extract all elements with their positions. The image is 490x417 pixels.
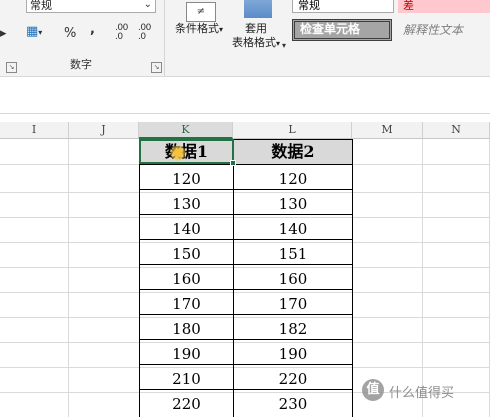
column-header-j[interactable]: J: [69, 122, 139, 139]
table-border: [139, 339, 352, 340]
column-header-n[interactable]: N: [423, 122, 490, 139]
number-format-dropdown[interactable]: 常规 ⌄: [26, 0, 156, 13]
column-header-m[interactable]: M: [352, 122, 423, 139]
column-header-k[interactable]: K: [139, 122, 233, 139]
table-border: [139, 239, 352, 240]
cell-data2[interactable]: 130: [234, 192, 352, 216]
style-check-cell[interactable]: 检查单元格: [292, 19, 392, 41]
cell-data2[interactable]: 230: [234, 392, 352, 416]
fill-handle[interactable]: [230, 160, 236, 166]
cell-data1[interactable]: 130: [140, 192, 233, 216]
cell-data1[interactable]: 180: [140, 317, 233, 341]
increase-decimal-button[interactable]: .00 .0: [115, 24, 135, 42]
style-explanatory-text[interactable]: 解释性文本: [398, 22, 490, 40]
conditional-format-button[interactable]: 条件格式▾: [172, 22, 226, 37]
cell-data2[interactable]: 220: [234, 367, 352, 391]
cell-data1[interactable]: 120: [140, 167, 233, 191]
table-border: [139, 139, 140, 417]
table-border: [139, 364, 352, 365]
format-table-label-1: 套用: [245, 22, 267, 35]
table-border: [139, 289, 352, 290]
number-group-label: 数字: [70, 58, 92, 71]
watermark-text: 什么值得买: [389, 386, 455, 401]
decrease-decimal-button[interactable]: .00 .0: [138, 24, 158, 42]
ribbon-left-arrow-icon: ▸: [0, 26, 7, 41]
cell-data1[interactable]: 220: [140, 392, 233, 416]
table-border: [352, 139, 353, 417]
number-format-value: 常规: [30, 0, 52, 12]
cell-data2[interactable]: 182: [234, 317, 352, 341]
format-as-table-button[interactable]: 套用 表格格式 ▾: [226, 22, 286, 51]
cell-data1[interactable]: 190: [140, 342, 233, 366]
gridline: [422, 139, 423, 417]
cell-data1[interactable]: 150: [140, 242, 233, 266]
cell-data1[interactable]: 210: [140, 367, 233, 391]
ribbon-separator: [164, 0, 165, 76]
conditional-format-icon: ≠: [186, 2, 216, 22]
divider: [0, 113, 490, 114]
chevron-down-icon: ⌄: [143, 0, 152, 10]
style-bad[interactable]: 差: [398, 0, 490, 13]
column-header-l[interactable]: L: [233, 122, 352, 139]
cell-data1[interactable]: 140: [140, 217, 233, 241]
formula-bar-area: [0, 76, 490, 123]
accounting-format-icon[interactable]: ▦▾: [26, 24, 42, 41]
cell-data2[interactable]: 120: [234, 167, 352, 191]
gallery-more-icon[interactable]: ▾: [282, 38, 286, 54]
launcher-icon[interactable]: ↘: [6, 62, 17, 73]
cell-data2[interactable]: 140: [234, 217, 352, 241]
number-launcher-icon[interactable]: ↘: [151, 62, 162, 73]
conditional-format-label: 条件格式: [174, 22, 219, 35]
cell-data1[interactable]: 160: [140, 267, 233, 291]
style-normal[interactable]: 常规: [292, 0, 394, 13]
table-border: [139, 164, 352, 165]
ribbon: 常规 ⌄ ▸ ▦▾ % , .00 .0 .00 .0 ↘ 数字 ↘ ≠ 条件格…: [0, 0, 490, 76]
table-border: [139, 214, 352, 215]
table-border: [139, 189, 352, 190]
table-border: [139, 389, 352, 390]
cell-data2[interactable]: 151: [234, 242, 352, 266]
header-cell-data2[interactable]: 数据2: [234, 140, 352, 164]
table-border: [233, 139, 234, 417]
cell-data1[interactable]: 170: [140, 292, 233, 316]
watermark-logo-icon: 值: [362, 379, 384, 401]
mouse-cursor-highlight: [170, 145, 186, 161]
table-border: [139, 264, 352, 265]
cell-data2[interactable]: 170: [234, 292, 352, 316]
cell-data2[interactable]: 160: [234, 267, 352, 291]
gridline: [68, 139, 69, 417]
column-header-i[interactable]: I: [0, 122, 69, 139]
percent-style-button[interactable]: %: [64, 26, 76, 42]
active-cell-selection: [139, 139, 234, 164]
format-as-table-icon: [244, 0, 272, 18]
format-table-label-2: 表格格式: [231, 36, 276, 49]
table-border: [139, 314, 352, 315]
cell-data2[interactable]: 190: [234, 342, 352, 366]
comma-style-button[interactable]: ,: [90, 22, 95, 38]
